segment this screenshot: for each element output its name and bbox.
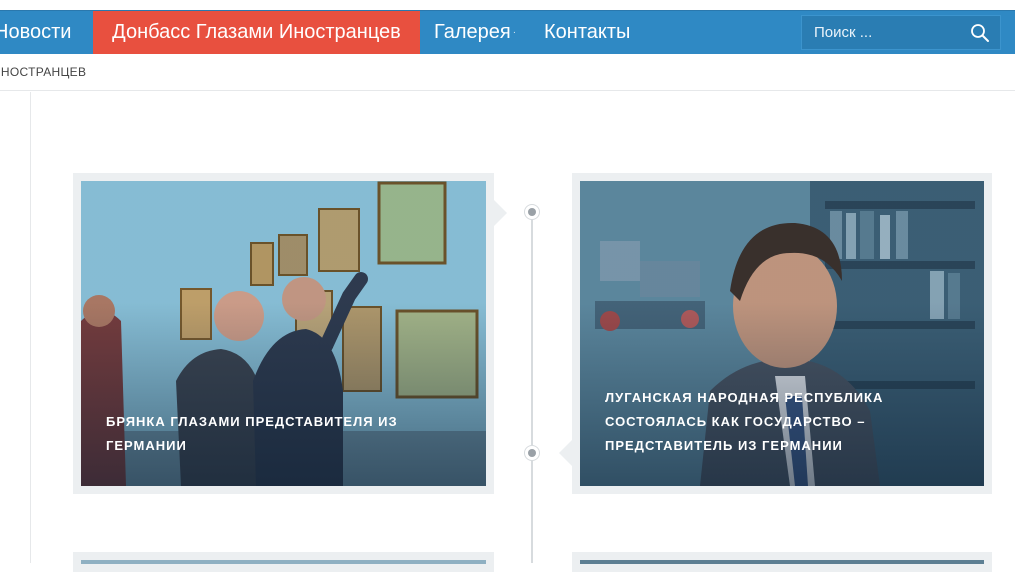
search-input[interactable] [802,16,962,49]
post-title[interactable]: Брянка глазами представителя из Германии [106,410,406,458]
breadcrumb: ИНОСТРАНЦЕВ [0,54,1015,91]
nav-item-gallery-label: Галерея [434,21,511,43]
post-card-partial[interactable] [73,552,494,572]
nav-item-contacts[interactable]: Контакты [544,11,630,54]
post-thumbnail-partial[interactable] [81,560,486,564]
nav-item-donbass-foreigners[interactable]: Донбасс Глазами Иностранцев [93,11,420,54]
post-thumbnail[interactable]: Луганская Народная Республика состоялась… [580,181,984,486]
card-pointer [494,200,507,226]
timeline-dot [524,445,540,461]
search-icon[interactable] [970,23,990,43]
dropdown-marker-icon: · [512,27,517,39]
post-title[interactable]: Луганская Народная Республика состоялась… [605,386,895,458]
nav-item-news[interactable]: Новости [0,11,92,54]
post-thumbnail[interactable]: Брянка глазами представителя из Германии [81,181,486,486]
main-navbar: Новости Донбасс Глазами Иностранцев Гале… [0,10,1015,54]
post-thumbnail-partial[interactable] [580,560,984,564]
timeline-line [531,205,533,563]
post-card[interactable]: Луганская Народная Республика состоялась… [572,173,992,494]
content-left-border [30,92,31,563]
timeline-dot [524,204,540,220]
post-card[interactable]: Брянка глазами представителя из Германии [73,173,494,494]
post-card-partial[interactable] [572,552,992,572]
card-pointer [559,440,572,466]
breadcrumb-current: ИНОСТРАНЦЕВ [0,65,87,79]
nav-item-gallery[interactable]: Галерея · [434,11,516,54]
top-strip [0,0,1015,10]
search-box [801,15,1001,50]
